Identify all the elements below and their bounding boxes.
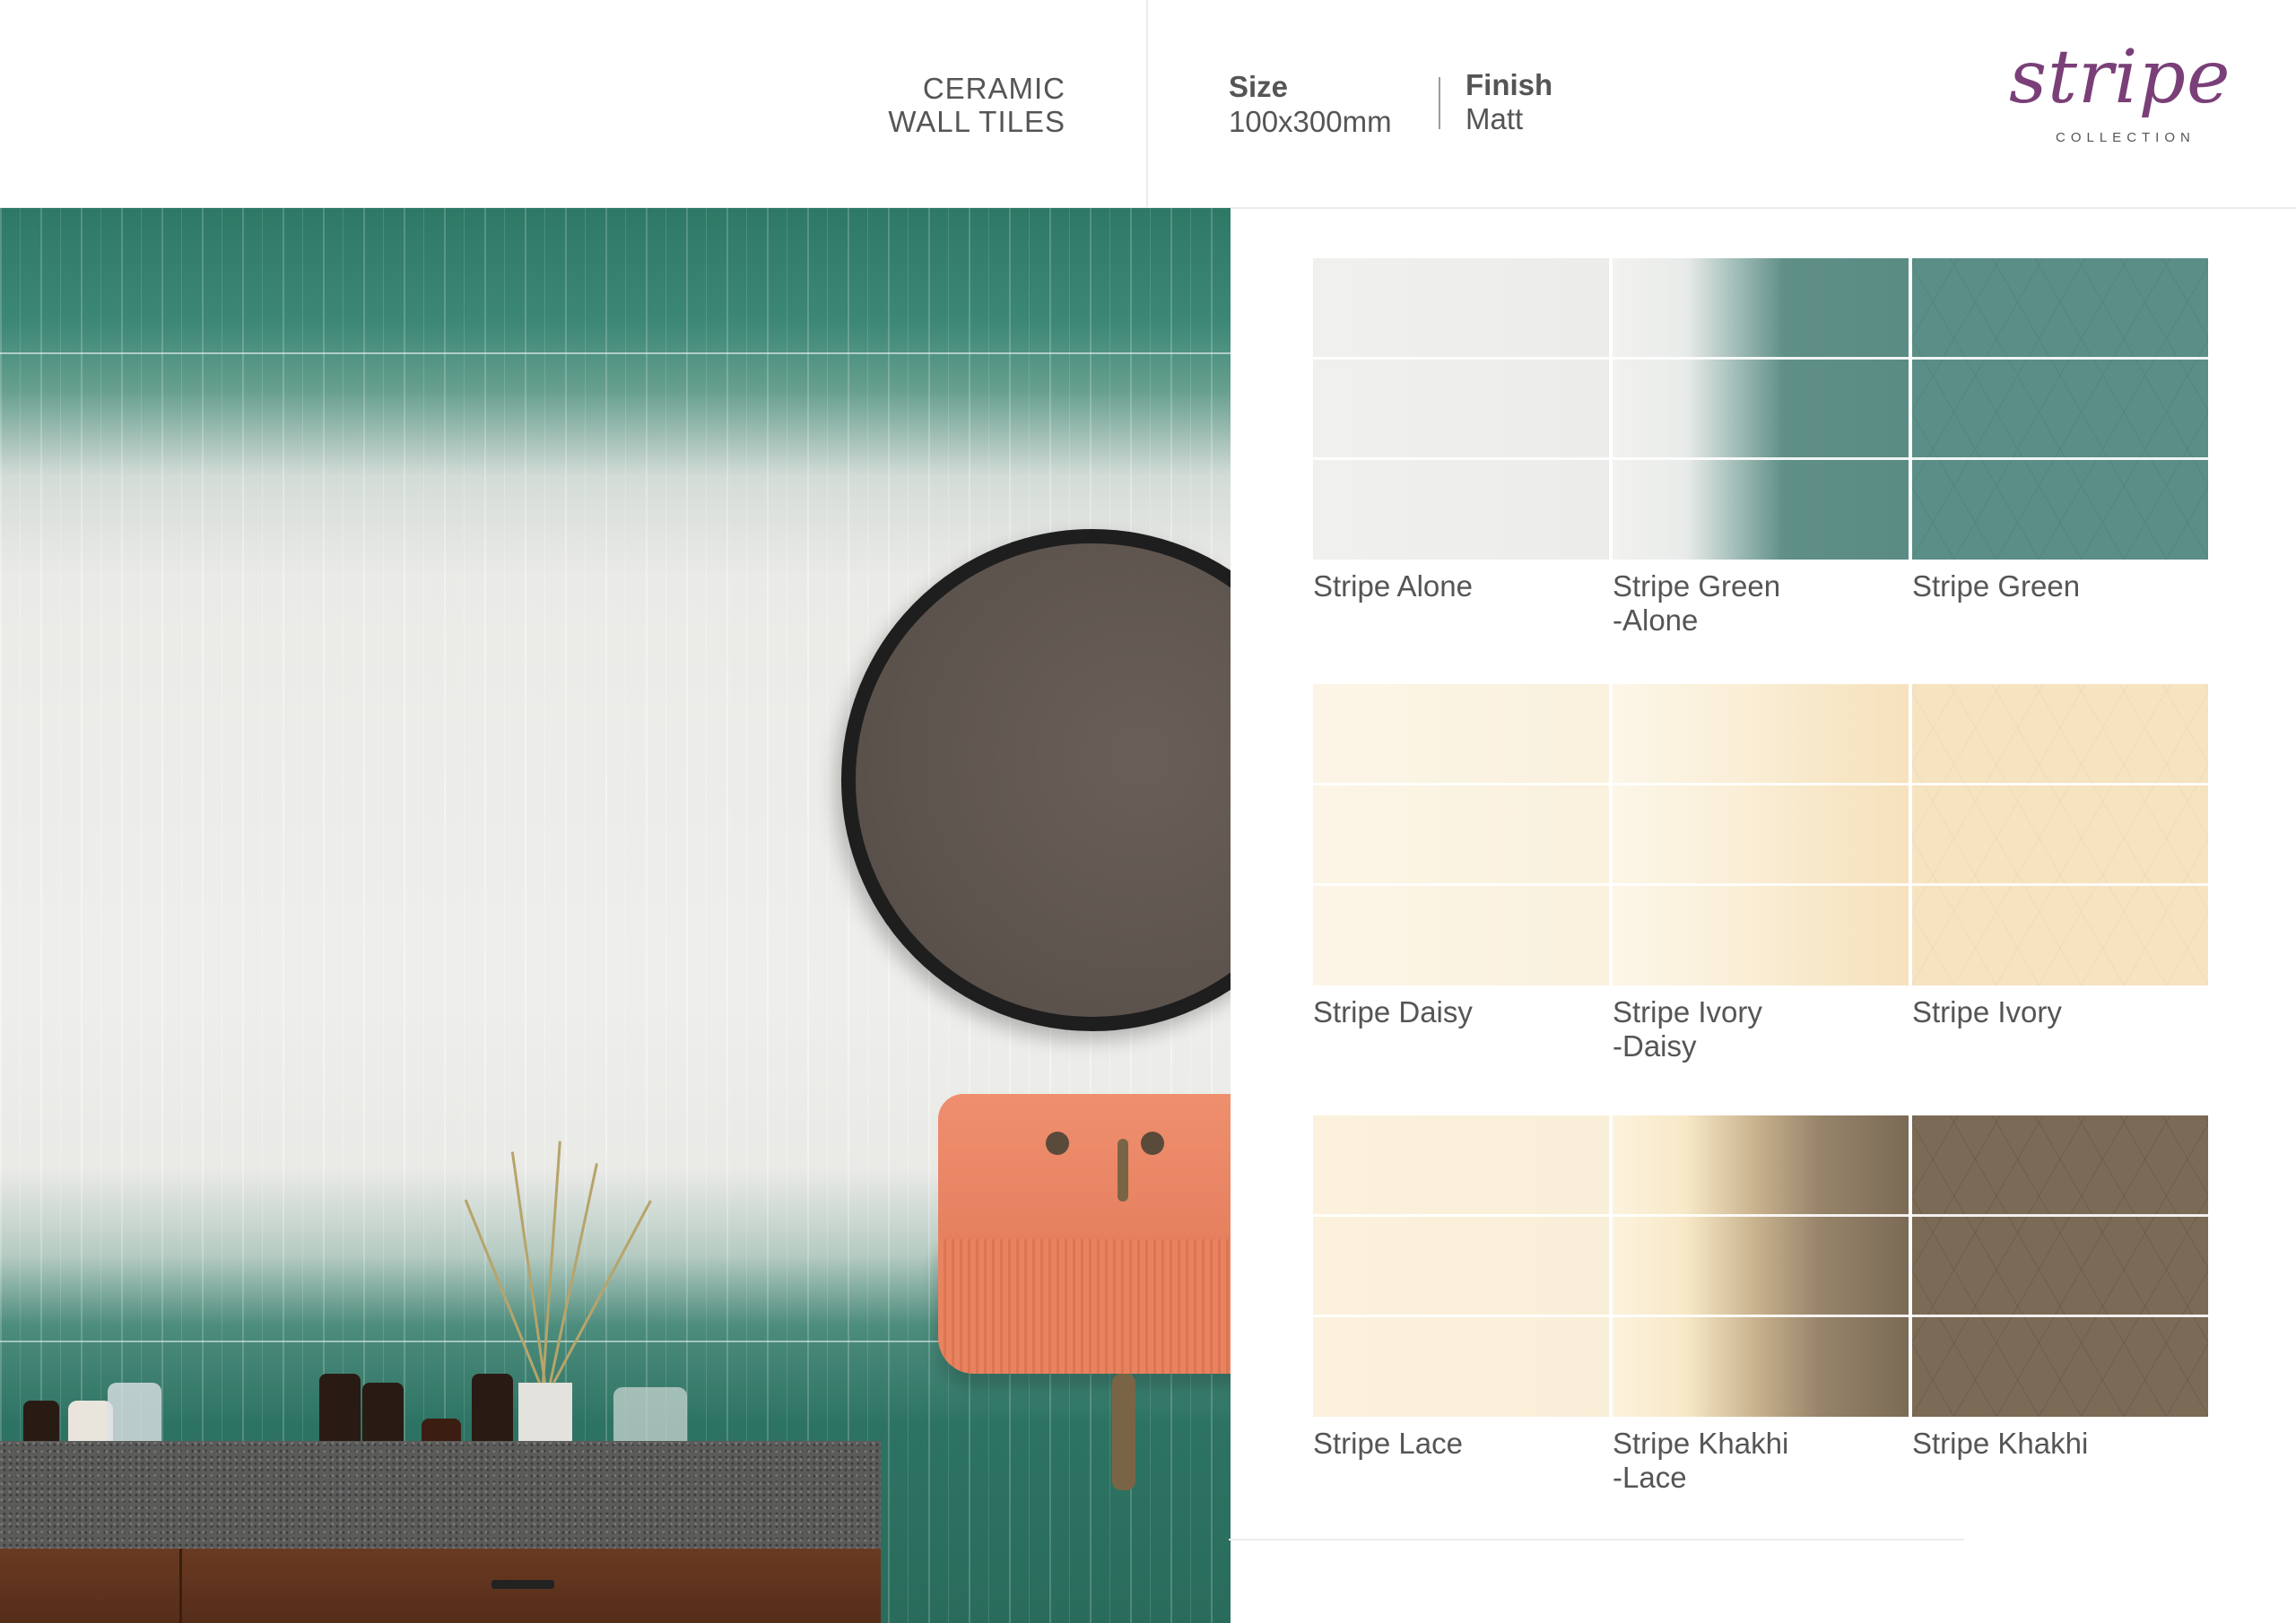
swatch-stripe-daisy	[1313, 684, 1609, 985]
tap-handle-left	[1046, 1132, 1069, 1155]
product-type-line-1: CERAMIC	[922, 72, 1065, 105]
granite-countertop	[0, 1441, 881, 1549]
swatch-label-line2: -Alone	[1613, 603, 1699, 637]
spec-divider	[1439, 77, 1440, 129]
swatch-stripe-khakhi-lace	[1613, 1115, 1909, 1417]
bathroom-photo	[0, 208, 1231, 1623]
swatch-stripe-khakhi	[1912, 1115, 2208, 1417]
swatch-stripe-green-alone	[1613, 258, 1909, 560]
swatch-stripe-ivory-daisy	[1613, 684, 1909, 985]
cabinet-handle	[491, 1580, 554, 1589]
swatch-stripe-green	[1912, 258, 2208, 560]
tap-handle-right	[1141, 1132, 1164, 1155]
wooden-cabinet	[0, 1549, 881, 1623]
swatch-label: Stripe Khakhi	[1912, 1427, 2089, 1460]
finish-label: Finish	[1465, 68, 1553, 101]
footer-divider	[1229, 1539, 1964, 1541]
brand-logo-wordmark: stripe	[2009, 35, 2231, 120]
swatch-label: Stripe Khakhi	[1613, 1427, 1789, 1460]
faucet-spout	[1118, 1139, 1128, 1202]
swatch-stripe-ivory	[1912, 684, 2208, 985]
header-vertical-divider	[1146, 0, 1148, 208]
product-type-line-2: WALL TILES	[888, 105, 1065, 138]
swatch-label: Stripe Green	[1912, 569, 2081, 603]
swatch-stripe-lace	[1313, 1115, 1609, 1417]
swatch-label-line2: -Lace	[1613, 1461, 1687, 1494]
swatch-label: Stripe Ivory	[1912, 995, 2062, 1028]
swatch-label: Stripe Green	[1613, 569, 1781, 603]
finish-value: Matt	[1465, 102, 1524, 135]
swatch-stripe-alone	[1313, 258, 1609, 560]
brand-logo-subtitle: COLLECTION	[2056, 130, 2196, 145]
size-label: Size	[1229, 70, 1289, 103]
swatch-label: Stripe Alone	[1313, 569, 1473, 603]
sink-backsplash	[938, 1094, 1231, 1255]
header: CERAMIC WALL TILES Size 100x300mm Finish…	[0, 0, 2296, 208]
sink-drain-pipe	[1112, 1374, 1135, 1490]
swatch-label: Stripe Daisy	[1313, 995, 1473, 1028]
size-value: 100x300mm	[1229, 105, 1392, 138]
swatch-label: Stripe Ivory	[1613, 995, 1762, 1028]
sink-basin	[938, 1239, 1231, 1374]
swatch-label: Stripe Lace	[1313, 1427, 1463, 1460]
swatch-label-line2: -Daisy	[1613, 1029, 1697, 1063]
